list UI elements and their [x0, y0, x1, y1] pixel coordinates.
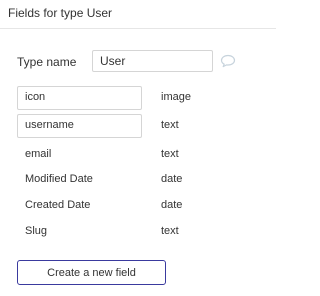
field-type: date	[161, 173, 183, 185]
type-name-input[interactable]	[92, 50, 213, 72]
field-name: icon	[25, 91, 46, 103]
field-name: Created Date	[25, 199, 91, 211]
create-new-field-button[interactable]: Create a new field	[17, 260, 166, 285]
field-row[interactable]: email text	[0, 143, 276, 167]
field-row[interactable]: Slug text	[0, 220, 276, 244]
field-row: username text	[0, 114, 276, 138]
field-row[interactable]: Created Date date	[0, 194, 276, 218]
field-type: text	[161, 148, 179, 160]
field-row: icon image	[0, 86, 276, 110]
field-type: text	[161, 119, 179, 131]
field-type: image	[161, 91, 191, 103]
field-name: Modified Date	[25, 173, 93, 185]
field-name: email	[25, 148, 52, 160]
field-row[interactable]: Modified Date date	[0, 168, 276, 192]
type-name-label: Type name	[17, 55, 77, 69]
field-name: Slug	[25, 225, 48, 237]
comment-bubble-icon[interactable]	[220, 54, 236, 68]
field-name: username	[25, 119, 74, 131]
field-type: date	[161, 199, 183, 211]
panel-title: Fields for type User	[8, 6, 113, 20]
field-type: text	[161, 225, 179, 237]
fields-panel: Fields for type User Type name icon imag…	[0, 0, 276, 296]
header-divider	[0, 28, 276, 29]
